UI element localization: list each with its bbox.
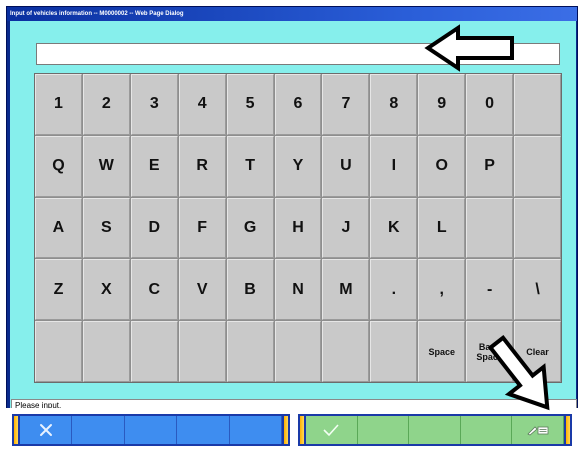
key-g[interactable]: G <box>226 197 274 259</box>
key-r[interactable]: R <box>178 135 226 197</box>
toolbar-cap <box>563 416 572 444</box>
toolbar-button-9[interactable] <box>461 416 513 444</box>
key-blank[interactable] <box>322 321 370 382</box>
key-blank[interactable] <box>35 321 82 382</box>
cancel-button[interactable] <box>20 416 73 444</box>
key-blank[interactable] <box>82 321 130 382</box>
toolbar-button-3[interactable] <box>125 416 178 444</box>
key-backslash[interactable]: \ <box>514 259 561 321</box>
key-backspace[interactable]: Back Space <box>466 321 514 382</box>
key-j[interactable]: J <box>322 197 370 259</box>
ok-button[interactable] <box>306 416 358 444</box>
key-h[interactable]: H <box>274 197 322 259</box>
key-7[interactable]: 7 <box>322 74 370 135</box>
toolbar-button-4[interactable] <box>177 416 230 444</box>
key-0[interactable]: 0 <box>466 74 514 135</box>
key-blank[interactable] <box>130 321 178 382</box>
edit-button[interactable] <box>512 416 564 444</box>
key-y[interactable]: Y <box>274 135 322 197</box>
key-blank[interactable] <box>274 321 322 382</box>
key-a[interactable]: A <box>35 197 82 259</box>
key-4[interactable]: 4 <box>178 74 226 135</box>
toolbar-cap <box>12 416 20 444</box>
toolbar-cap <box>282 416 291 444</box>
key-period[interactable]: . <box>370 259 418 321</box>
key-s[interactable]: S <box>82 197 130 259</box>
key-9[interactable]: 9 <box>418 74 466 135</box>
key-m[interactable]: M <box>322 259 370 321</box>
key-q[interactable]: Q <box>35 135 82 197</box>
key-o[interactable]: O <box>418 135 466 197</box>
dialog-client-area: 1 2 3 4 5 6 7 8 9 0 Q W E R T Y U I O P … <box>10 21 576 408</box>
key-w[interactable]: W <box>82 135 130 197</box>
key-v[interactable]: V <box>178 259 226 321</box>
key-p[interactable]: P <box>466 135 514 197</box>
key-space[interactable]: Space <box>418 321 466 382</box>
key-blank[interactable] <box>370 321 418 382</box>
key-b[interactable]: B <box>226 259 274 321</box>
dialog-window: Input of vehicles information -- M000000… <box>6 6 578 452</box>
key-6[interactable]: 6 <box>274 74 322 135</box>
toolbar-button-2[interactable] <box>72 416 125 444</box>
key-blank[interactable] <box>514 197 561 259</box>
checkmark-icon <box>323 424 339 437</box>
key-blank[interactable] <box>514 74 561 135</box>
vehicle-info-input[interactable] <box>36 43 560 65</box>
key-3[interactable]: 3 <box>130 74 178 135</box>
toolbar-button-8[interactable] <box>409 416 461 444</box>
key-8[interactable]: 8 <box>370 74 418 135</box>
toolbar-button-5[interactable] <box>230 416 283 444</box>
key-t[interactable]: T <box>226 135 274 197</box>
key-blank[interactable] <box>178 321 226 382</box>
key-k[interactable]: K <box>370 197 418 259</box>
key-c[interactable]: C <box>130 259 178 321</box>
cross-icon <box>39 424 52 436</box>
key-d[interactable]: D <box>130 197 178 259</box>
key-blank[interactable] <box>466 197 514 259</box>
key-5[interactable]: 5 <box>226 74 274 135</box>
key-u[interactable]: U <box>322 135 370 197</box>
key-blank[interactable] <box>514 135 561 197</box>
key-1[interactable]: 1 <box>35 74 82 135</box>
toolbar-button-7[interactable] <box>358 416 410 444</box>
on-screen-keyboard: 1 2 3 4 5 6 7 8 9 0 Q W E R T Y U I O P … <box>34 73 562 383</box>
right-toolbar <box>298 414 572 446</box>
key-i[interactable]: I <box>370 135 418 197</box>
key-blank[interactable] <box>226 321 274 382</box>
key-l[interactable]: L <box>418 197 466 259</box>
key-e[interactable]: E <box>130 135 178 197</box>
key-z[interactable]: Z <box>35 259 82 321</box>
key-n[interactable]: N <box>274 259 322 321</box>
bottom-toolbar-area <box>0 408 579 455</box>
edit-pencil-icon <box>526 426 549 436</box>
toolbar-cap <box>298 416 306 444</box>
key-x[interactable]: X <box>82 259 130 321</box>
window-title: Input of vehicles information -- M000000… <box>7 7 577 21</box>
key-comma[interactable]: , <box>418 259 466 321</box>
left-toolbar <box>12 414 291 446</box>
key-hyphen[interactable]: - <box>466 259 514 321</box>
key-f[interactable]: F <box>178 197 226 259</box>
key-clear[interactable]: Clear <box>514 321 561 382</box>
key-2[interactable]: 2 <box>82 74 130 135</box>
